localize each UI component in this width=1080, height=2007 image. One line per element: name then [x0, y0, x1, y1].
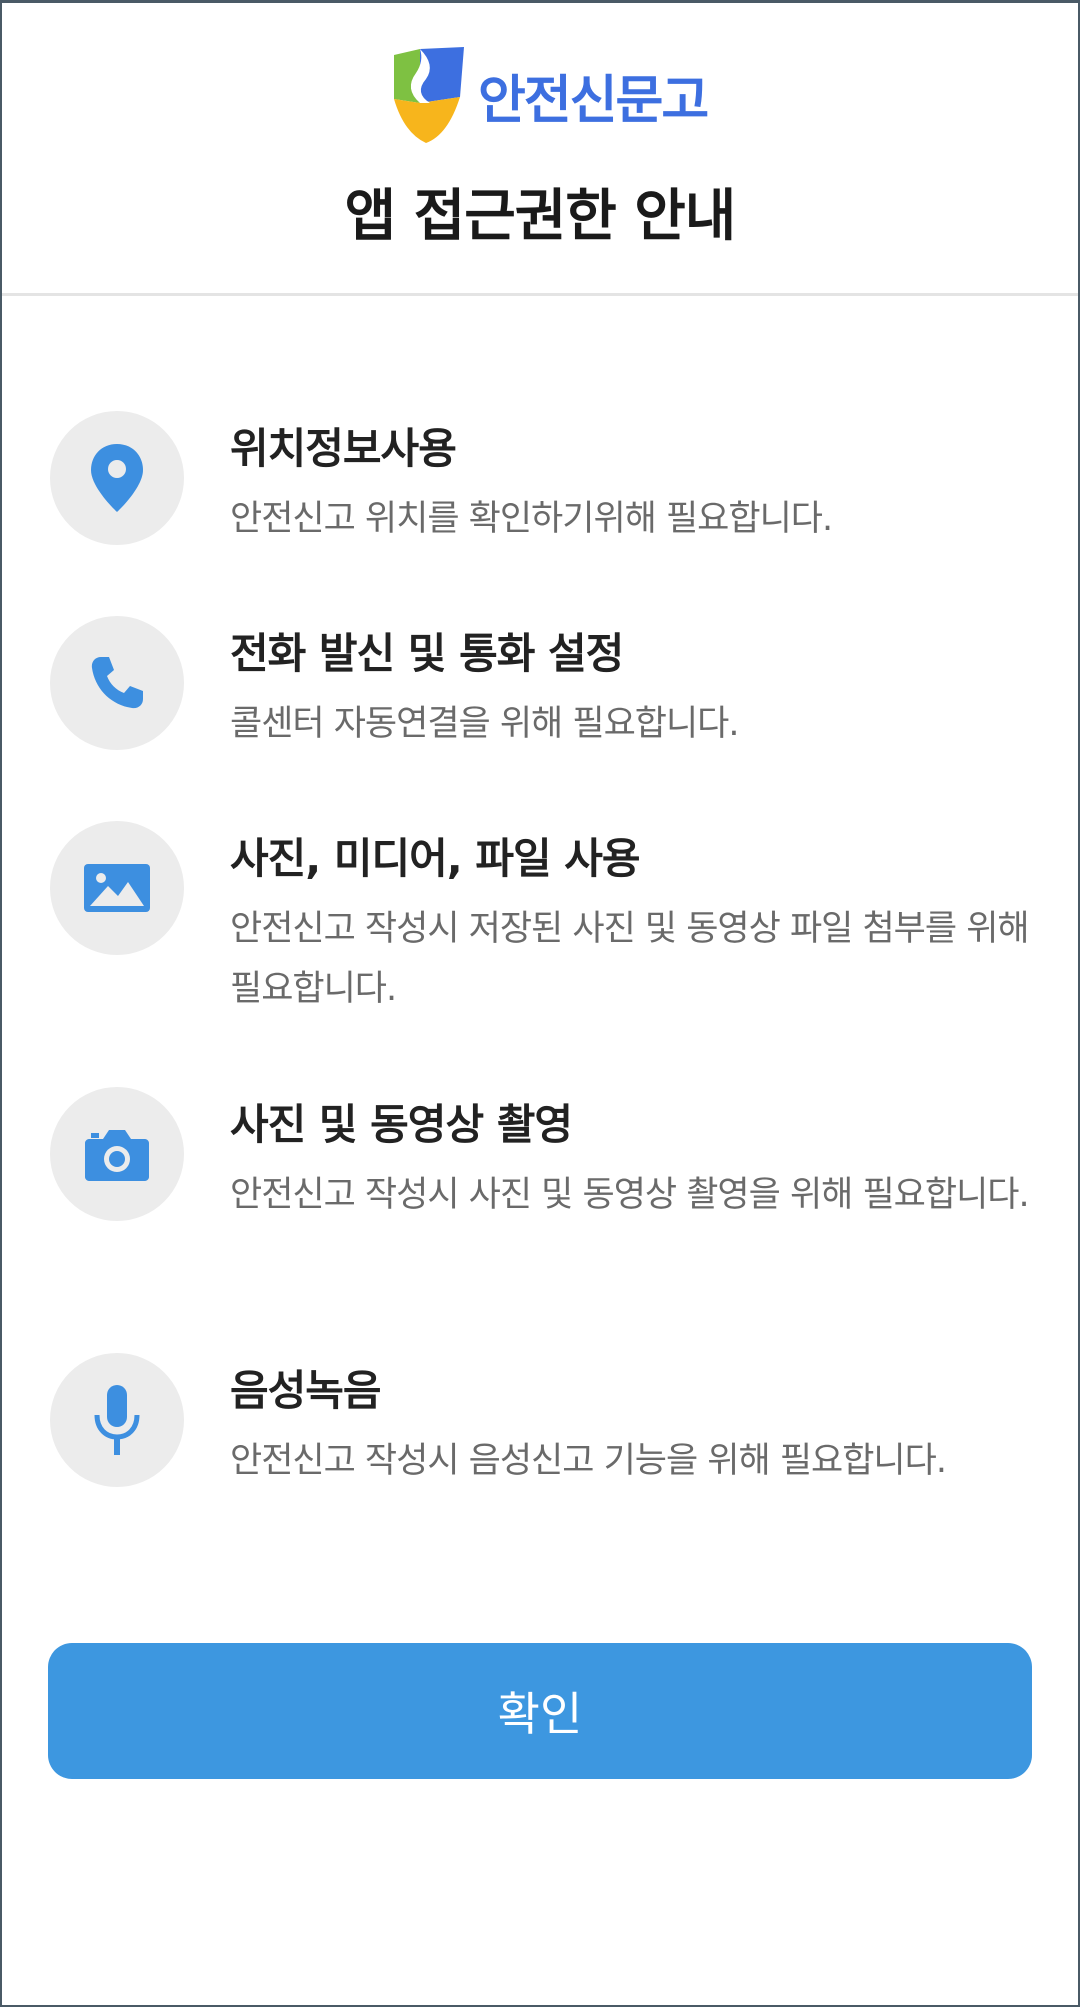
permission-icon-wrap: [50, 1087, 184, 1221]
permission-icon-wrap: [50, 821, 184, 955]
confirm-button[interactable]: 확인: [48, 1643, 1032, 1779]
microphone-icon: [94, 1385, 140, 1455]
image-icon: [84, 864, 150, 912]
permission-title: 위치정보사용: [230, 424, 457, 473]
page-title: 앱 접근권한 안내: [344, 184, 737, 249]
phone-icon: [91, 657, 143, 709]
permission-title: 사진, 미디어, 파일 사용: [230, 834, 641, 883]
shield-logo-icon: [394, 47, 464, 143]
permission-icon-wrap: [50, 411, 184, 545]
logo-text: 안전신문고: [478, 70, 709, 131]
permission-dialog: 안전신문고 앱 접근권한 안내 위치정보사용 안전신고 위치를 확인하기위해 필…: [0, 0, 1080, 2007]
permission-title: 전화 발신 및 통화 설정: [230, 629, 624, 678]
permission-description: 콜센터 자동연결을 위해 필요합니다.: [230, 704, 740, 744]
permission-title: 음성녹음: [230, 1366, 382, 1415]
camera-icon: [85, 1130, 149, 1181]
permission-description: 안전신고 작성시 음성신고 기능을 위해 필요합니다.: [230, 1441, 947, 1481]
header: 안전신문고 앱 접근권한 안내: [2, 3, 1078, 296]
permission-title: 사진 및 동영상 촬영: [230, 1100, 573, 1149]
permission-description: 안전신고 작성시 저장된 사진 및 동영상 파일 첨부를 위해 필요합니다.: [230, 909, 1030, 1009]
permission-description: 안전신고 작성시 사진 및 동영상 촬영을 위해 필요합니다.: [230, 1175, 1030, 1215]
app-logo: 안전신문고: [390, 45, 709, 145]
location-pin-icon: [91, 444, 143, 512]
permission-description: 안전신고 위치를 확인하기위해 필요합니다.: [230, 499, 833, 539]
permission-icon-wrap: [50, 1353, 184, 1487]
permission-icon-wrap: [50, 616, 184, 750]
